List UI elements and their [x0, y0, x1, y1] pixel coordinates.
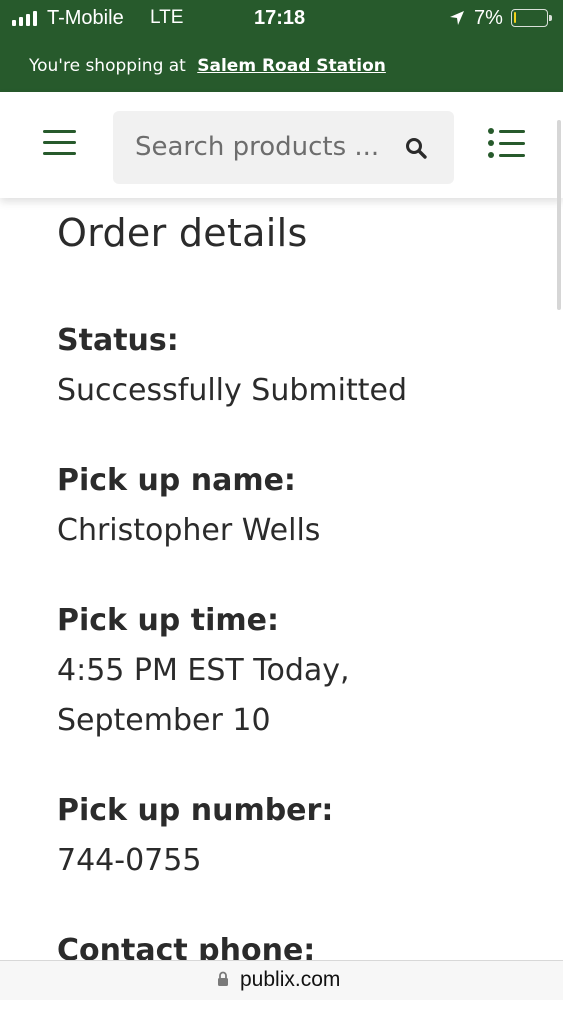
- pickup-time-label: Pick up time:: [57, 603, 279, 638]
- location-arrow-icon: [450, 11, 464, 25]
- status-label: Status:: [57, 323, 179, 358]
- store-banner: You're shopping at Salem Road Station: [0, 40, 563, 92]
- browser-url-bar[interactable]: publix.com: [0, 960, 563, 1000]
- pickup-number-label: Pick up number:: [57, 793, 334, 828]
- search-icon[interactable]: [404, 136, 428, 160]
- status-time: 17:18: [254, 7, 306, 29]
- pickup-name-label: Pick up name:: [57, 463, 296, 498]
- url-text: publix.com: [240, 968, 341, 991]
- battery-icon: [511, 9, 552, 27]
- store-banner-prefix: You're shopping at: [29, 56, 186, 76]
- battery-percent: 7%: [474, 7, 503, 29]
- pickup-time-value-line1: 4:55 PM EST Today,: [57, 653, 350, 688]
- hamburger-menu-icon[interactable]: [43, 130, 76, 156]
- pickup-name-field: Pick up name: Christopher Wells: [57, 456, 547, 556]
- battery-level-fill: [514, 12, 516, 23]
- search-input[interactable]: [135, 127, 395, 167]
- page-title: Order details: [57, 211, 308, 255]
- search-box[interactable]: [113, 111, 454, 184]
- page-scrollbar[interactable]: [557, 120, 561, 310]
- site-header: [0, 92, 563, 198]
- shopping-list-icon[interactable]: [488, 128, 526, 160]
- pickup-number-value: 744-0755: [57, 843, 202, 878]
- pickup-time-value-line2: September 10: [57, 703, 271, 738]
- order-status-field: Status: Successfully Submitted: [57, 316, 547, 416]
- pickup-name-value: Christopher Wells: [57, 513, 321, 548]
- lock-icon: [218, 971, 228, 986]
- network-type: LTE: [150, 7, 184, 28]
- store-name-link[interactable]: Salem Road Station: [197, 56, 386, 76]
- carrier-name: T-Mobile: [47, 7, 124, 29]
- order-details: Order details Status: Successfully Submi…: [57, 206, 547, 1016]
- status-value: Successfully Submitted: [57, 373, 407, 408]
- status-bar: T-Mobile LTE 17:18 7%: [0, 0, 563, 40]
- pickup-time-field: Pick up time: 4:55 PM EST Today, Septemb…: [57, 596, 547, 746]
- signal-strength-icon: [12, 10, 37, 26]
- pickup-number-field: Pick up number: 744-0755: [57, 786, 547, 886]
